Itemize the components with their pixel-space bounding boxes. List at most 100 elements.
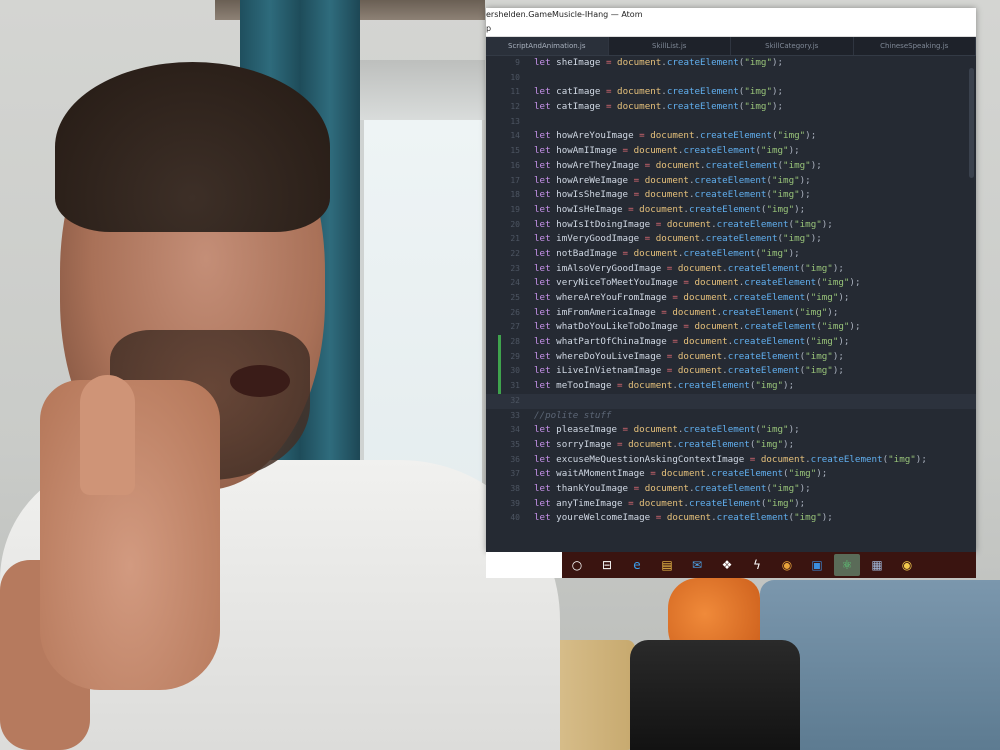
code-line[interactable]: 18 let howIsSheImage = document.createEle… [486, 188, 976, 203]
code-punctuation: ); [832, 350, 844, 362]
chrome-canary-icon[interactable]: ◉ [894, 554, 920, 576]
code-string: "img" [771, 482, 800, 494]
code-line[interactable]: 25 let whereAreYouFromImage = document.cr… [486, 291, 976, 306]
code-keyword: let [534, 482, 551, 494]
tab-1[interactable]: ScriptAndAnimation.js [486, 37, 609, 55]
document-icon[interactable]: ▦ [864, 554, 890, 576]
code-line[interactable]: 13 [486, 115, 976, 130]
code-variable: howAmIImage [556, 145, 618, 157]
code-line[interactable]: 11 let catImage = document.createElement(… [486, 85, 976, 100]
code-line[interactable]: 35 let sorryImage = document.createElemen… [486, 438, 976, 453]
code-line[interactable]: 24 let veryNiceToMeetYouImage = document.… [486, 276, 976, 291]
editor-tabs[interactable]: ScriptAndAnimation.js SkillList.js Skill… [486, 37, 976, 56]
code-punctuation: ); [849, 277, 861, 289]
code-line[interactable]: 40 let youreWelcomeImage = document.creat… [486, 511, 976, 526]
task-view-icon[interactable]: ⊟ [594, 554, 620, 576]
code-keyword: let [534, 336, 551, 348]
code-string: "img" [788, 468, 817, 480]
code-object: document [633, 424, 678, 436]
code-line[interactable]: 33 //polite stuff [486, 409, 976, 424]
code-function: createElement [700, 130, 772, 142]
code-variable: notBadImage [556, 247, 618, 259]
code-editor-window[interactable]: ershelden.GameMusicle-IHang — Atom p Scr… [486, 8, 976, 552]
code-line[interactable]: 17 let howAreWeImage = document.createEle… [486, 174, 976, 189]
code-punctuation: ); [788, 424, 800, 436]
line-number: 19 [510, 204, 520, 214]
code-line[interactable]: 14 let howAreYouImage = document.createEl… [486, 129, 976, 144]
terminal-icon[interactable]: ϟ [744, 554, 770, 576]
code-punctuation: = [650, 218, 667, 230]
code-object: document [639, 497, 684, 509]
code-line[interactable]: 38 let thankYouImage = document.createEle… [486, 482, 976, 497]
code-line[interactable]: 10 [486, 71, 976, 86]
code-line[interactable]: 37 let waitAMomentImage = document.create… [486, 467, 976, 482]
tab-4[interactable]: ChineseSpeaking.js [854, 37, 976, 55]
code-line[interactable]: 29 let whereDoYouLiveImage = document.cre… [486, 349, 976, 365]
code-punctuation: ); [794, 203, 806, 215]
code-keyword: let [534, 380, 551, 392]
code-line[interactable]: 27 let whatDoYouLikeToDoImage = document.… [486, 320, 976, 335]
git-change-marker [498, 364, 501, 380]
code-line[interactable]: 32 [486, 393, 976, 409]
code-punctuation: ); [832, 262, 844, 274]
file-explorer-icon[interactable]: ▤ [654, 554, 680, 576]
code-line[interactable]: 15 let howAmIImage = document.createEleme… [486, 144, 976, 159]
taskbar-search-box[interactable] [486, 552, 562, 578]
code-line[interactable]: 19 let howIsHeImage = document.createElem… [486, 203, 976, 218]
git-change-marker [498, 379, 501, 394]
code-punctuation: = [639, 233, 656, 245]
code-line[interactable]: 16 let howAreTheyImage = document.createE… [486, 159, 976, 174]
code-punctuation: ); [799, 482, 811, 494]
git-change-marker [498, 335, 501, 350]
mail-icon[interactable]: ✉ [684, 554, 710, 576]
code-line[interactable]: 22 let notBadImage = document.createEleme… [486, 247, 976, 262]
code-punctuation: = [666, 292, 684, 303]
tab-2[interactable]: SkillList.js [609, 37, 731, 55]
vertical-scrollbar[interactable] [969, 68, 974, 178]
code-string: "img" [744, 57, 772, 68]
code-line[interactable]: 21 let imVeryGoodImage = document.createE… [486, 232, 976, 247]
code-punctuation: ); [838, 336, 850, 348]
edge-icon[interactable]: e [624, 554, 650, 576]
code-variable: thankYouImage [556, 482, 629, 494]
code-punctuation: = [617, 247, 634, 259]
line-number: 34 [510, 425, 520, 435]
code-line[interactable]: 39 let anyTimeImage = document.createElem… [486, 497, 976, 512]
code-area[interactable]: 9 let sheImage = document.createElement("… [486, 56, 976, 552]
code-variable: whatDoYouLikeToDoImage [556, 321, 678, 333]
code-line[interactable]: 34 let pleaseImage = document.createEleme… [486, 423, 976, 438]
menu-bar[interactable]: p [486, 22, 976, 37]
code-line[interactable]: 12 let catImage = document.createElement(… [486, 100, 976, 115]
line-number: 35 [510, 439, 520, 449]
code-line[interactable]: 30 let iLiveInVietnamImage = document.cre… [486, 364, 976, 380]
code-line[interactable]: 31 let meTooImage = document.createElemen… [486, 379, 976, 394]
line-number: 22 [510, 248, 520, 258]
code-line[interactable]: 36 let excuseMeQuestionAskingContextImage… [486, 453, 976, 468]
dropbox-icon[interactable]: ❖ [714, 554, 740, 576]
code-variable: catImage [556, 86, 601, 98]
code-variable: meTooImage [556, 380, 612, 392]
code-line[interactable]: 23 let imAlsoVeryGoodImage = document.cre… [486, 262, 976, 277]
code-line[interactable]: 20 let howIsItDoingImage = document.creat… [486, 218, 976, 233]
line-number: 10 [510, 72, 520, 82]
code-keyword: let [534, 453, 551, 465]
code-line[interactable]: 28 let whatPartOfChinaImage = document.cr… [486, 335, 976, 350]
tab-3[interactable]: SkillCategory.js [731, 37, 854, 55]
atom-icon[interactable]: ⚛ [834, 554, 860, 576]
code-function: createElement [683, 424, 756, 436]
code-line[interactable]: 9 let sheImage = document.createElement("… [486, 56, 976, 71]
code-keyword: let [534, 321, 551, 333]
code-punctuation: = [617, 145, 634, 157]
code-object: document [617, 101, 662, 113]
code-punctuation: ); [805, 130, 817, 142]
chrome-icon[interactable]: ◉ [774, 554, 800, 576]
code-line[interactable]: 26 let imFromAmericaImage = document.crea… [486, 306, 976, 321]
line-number: 30 [510, 366, 520, 376]
menu-item[interactable]: p [486, 24, 491, 33]
line-number: 14 [510, 131, 520, 141]
code-string: "img" [744, 86, 772, 98]
black-bag [630, 640, 800, 750]
store-icon[interactable]: ▣ [804, 554, 830, 576]
cortana-icon[interactable]: ○ [564, 554, 590, 576]
code-keyword: let [534, 101, 551, 113]
